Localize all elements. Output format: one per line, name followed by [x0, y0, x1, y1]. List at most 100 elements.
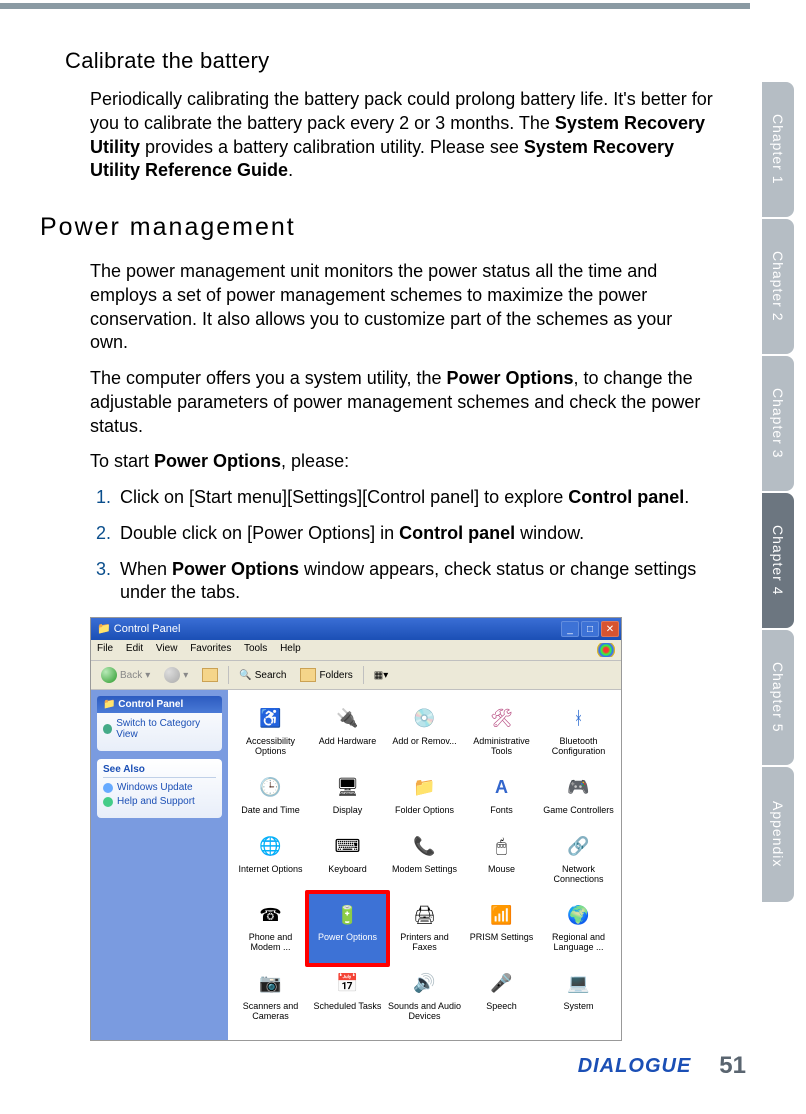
text: Double click on [Power Options] in	[120, 523, 399, 543]
icon-label: Display	[333, 805, 363, 815]
icon-row: 🌐Internet Options ⌨Keyboard 📞Modem Setti…	[232, 826, 617, 895]
see-also-card: See Also Windows Update Help and Support	[97, 759, 222, 818]
text: window.	[515, 523, 584, 543]
icon-label: Scheduled Tasks	[314, 1001, 382, 1011]
accessibility-options-icon[interactable]: ♿Accessibility Options	[232, 698, 309, 767]
icon-label: Printers and Faxes	[400, 932, 449, 952]
speech-icon[interactable]: 🎤Speech	[463, 963, 540, 1032]
menu-help[interactable]: Help	[280, 643, 301, 654]
internet-options-icon[interactable]: 🌐Internet Options	[232, 826, 309, 895]
menu-bar: File Edit View Favorites Tools Help	[91, 640, 621, 661]
icon-label: Keyboard	[328, 864, 367, 874]
menu-items: File Edit View Favorites Tools Help	[97, 643, 311, 657]
phone-and-modem-icon[interactable]: ☎Phone and Modem ...	[232, 894, 309, 963]
switch-label: Switch to Category View	[116, 718, 216, 740]
search-button[interactable]: 🔍 Search	[235, 668, 290, 683]
toolbar: Back ▾ ▾ 🔍 Search Folders ▦▾	[91, 661, 621, 690]
scheduled-tasks-icon[interactable]: 📅Scheduled Tasks	[309, 963, 386, 1032]
window-buttons: _ □ ✕	[561, 621, 619, 637]
game-controllers-icon[interactable]: 🎮Game Controllers	[540, 767, 617, 826]
folder-options-icon[interactable]: 📁Folder Options	[386, 767, 463, 826]
keyboard-icon[interactable]: ⌨Keyboard	[309, 826, 386, 895]
add-hardware-icon[interactable]: 🔌Add Hardware	[309, 698, 386, 767]
folders-button[interactable]: Folders	[296, 666, 356, 684]
text-bold: Power Options	[446, 368, 573, 388]
step-3: When Power Options window appears, check…	[116, 558, 715, 606]
date-and-time-icon[interactable]: 🕒Date and Time	[232, 767, 309, 826]
icon-label: Add or Remov...	[392, 736, 456, 746]
tab-appendix[interactable]: Appendix	[762, 767, 794, 902]
text: Click on [Start menu][Settings][Control …	[120, 487, 568, 507]
icon-label: Administrative Tools	[473, 736, 530, 756]
tab-chapter-2[interactable]: Chapter 2	[762, 219, 794, 354]
text-bold: Power Options	[154, 451, 281, 471]
scanners-and-cameras-icon[interactable]: 📷Scanners and Cameras	[232, 963, 309, 1032]
maximize-button[interactable]: □	[581, 621, 599, 637]
help-support-label: Help and Support	[117, 796, 195, 807]
para-pm-1: The power management unit monitors the p…	[90, 260, 715, 355]
printers-and-faxes-icon[interactable]: 🖨Printers and Faxes	[386, 894, 463, 963]
icon-label: Folder Options	[395, 805, 454, 815]
icon-label: Scanners and Cameras	[243, 1001, 299, 1021]
icon-label: Bluetooth Configuration	[552, 736, 606, 756]
window-body: 📁 Control Panel Switch to Category View …	[91, 690, 621, 1040]
switch-icon	[103, 724, 112, 734]
page-number: 51	[719, 1052, 746, 1080]
administrative-tools-icon[interactable]: 🛠Administrative Tools	[463, 698, 540, 767]
power-options-icon[interactable]: 🔋Power Options	[305, 890, 390, 967]
add-remove-programs-icon[interactable]: 💿Add or Remov...	[386, 698, 463, 767]
tab-chapter-5[interactable]: Chapter 5	[762, 630, 794, 765]
heading-calibrate: Calibrate the battery	[65, 48, 715, 74]
up-folder-icon	[202, 668, 218, 682]
tab-chapter-4[interactable]: Chapter 4	[762, 493, 794, 628]
icon-label: Game Controllers	[543, 805, 614, 815]
tab-chapter-1[interactable]: Chapter 1	[762, 82, 794, 217]
prism-settings-icon[interactable]: 📶PRISM Settings	[463, 894, 540, 963]
icon-label: Add Hardware	[319, 736, 377, 746]
mouse-icon[interactable]: 🖱Mouse	[463, 826, 540, 895]
icon-label: Power Options	[318, 932, 377, 942]
views-button[interactable]: ▦▾	[370, 668, 392, 683]
menu-favorites[interactable]: Favorites	[190, 643, 231, 654]
brand-logo: DIALOGUE	[578, 1055, 692, 1078]
window-title: 📁 Control Panel	[97, 623, 180, 635]
system-icon[interactable]: 💻System	[540, 963, 617, 1032]
title-text: Control Panel	[114, 623, 181, 635]
display-icon[interactable]: 🖥Display	[309, 767, 386, 826]
bluetooth-configuration-icon[interactable]: ᚼBluetooth Configuration	[540, 698, 617, 767]
panel-title-text: Control Panel	[118, 699, 183, 710]
toolbar-separator	[228, 666, 229, 684]
text: , please:	[281, 451, 349, 471]
back-button[interactable]: Back ▾	[97, 665, 154, 685]
icon-row: ☎Phone and Modem ... 🔋Power Options 🖨Pri…	[232, 894, 617, 963]
up-button[interactable]	[198, 666, 222, 684]
menu-tools[interactable]: Tools	[244, 643, 267, 654]
text-bold: Control panel	[568, 487, 684, 507]
side-panel: 📁 Control Panel Switch to Category View …	[91, 690, 228, 1040]
regional-and-language-icon[interactable]: 🌍Regional and Language ...	[540, 894, 617, 963]
fonts-icon[interactable]: AFonts	[463, 767, 540, 826]
step-2: Double click on [Power Options] in Contr…	[116, 522, 715, 546]
tab-chapter-3[interactable]: Chapter 3	[762, 356, 794, 491]
menu-edit[interactable]: Edit	[126, 643, 143, 654]
panel-heading: 📁 Control Panel	[97, 696, 222, 713]
forward-button[interactable]: ▾	[160, 665, 192, 685]
network-connections-icon[interactable]: 🔗Network Connections	[540, 826, 617, 895]
close-button[interactable]: ✕	[601, 621, 619, 637]
help-icon	[103, 797, 113, 807]
minimize-button[interactable]: _	[561, 621, 579, 637]
menu-file[interactable]: File	[97, 643, 113, 654]
windows-flag-icon	[597, 643, 615, 657]
switch-category-view-link[interactable]: Switch to Category View	[103, 718, 216, 740]
icon-label: Accessibility Options	[246, 736, 295, 756]
icon-label: System	[563, 1001, 593, 1011]
windows-update-label: Windows Update	[117, 782, 193, 793]
modem-settings-icon[interactable]: 📞Modem Settings	[386, 826, 463, 895]
windows-update-link[interactable]: Windows Update	[103, 782, 216, 793]
text: .	[288, 160, 293, 180]
menu-view[interactable]: View	[156, 643, 178, 654]
para-calibrate: Periodically calibrating the battery pac…	[90, 88, 715, 183]
sounds-and-audio-devices-icon[interactable]: 🔊Sounds and Audio Devices	[386, 963, 463, 1032]
icon-row: ♿Accessibility Options 🔌Add Hardware 💿Ad…	[232, 698, 617, 767]
help-support-link[interactable]: Help and Support	[103, 796, 216, 807]
